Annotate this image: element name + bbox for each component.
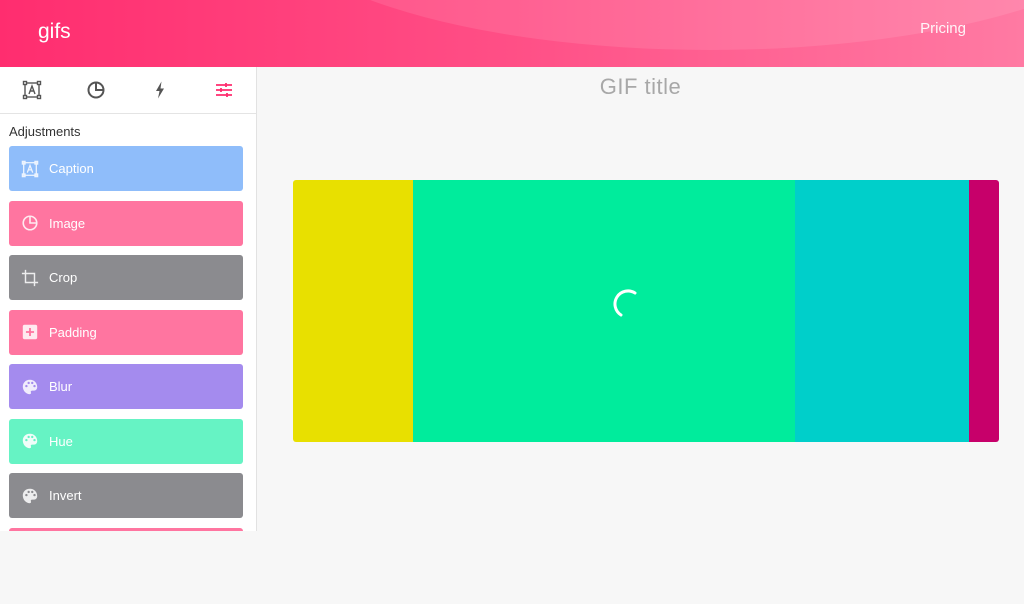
caption-icon	[22, 80, 42, 100]
sidebar-tabs	[0, 67, 256, 114]
tool-label: Blur	[49, 379, 73, 394]
tab-image[interactable]	[64, 67, 128, 113]
tool-next-button[interactable]	[9, 527, 243, 531]
tool-crop-button[interactable]: Crop	[9, 255, 243, 300]
sidebar: Adjustments Caption Image Crop Padding B…	[0, 67, 257, 531]
caption-icon	[21, 160, 39, 178]
tool-invert-button[interactable]: Invert	[9, 473, 243, 518]
preview-frame-magenta	[969, 180, 999, 442]
loading-spinner-icon	[613, 289, 637, 317]
crop-icon	[21, 269, 39, 287]
sliders-icon	[216, 83, 232, 97]
tab-effects[interactable]	[128, 67, 192, 113]
image-icon	[87, 81, 105, 99]
palette-icon	[21, 487, 39, 505]
tool-list: Caption Image Crop Padding Blur Hue Inve…	[0, 146, 256, 531]
gif-title[interactable]: GIF title	[257, 74, 1024, 100]
section-title: Adjustments	[9, 124, 81, 139]
tool-label: Invert	[49, 488, 82, 503]
preview-frame-yellow	[293, 180, 413, 442]
tool-hue-button[interactable]: Hue	[9, 418, 243, 464]
tool-label: Padding	[49, 324, 97, 340]
gif-preview	[293, 180, 999, 442]
app-logo[interactable]: gifs	[38, 20, 71, 44]
pricing-link[interactable]: Pricing	[920, 20, 966, 37]
palette-icon	[21, 378, 39, 396]
image-icon	[21, 214, 39, 232]
preview-frame-cyan	[795, 180, 969, 442]
tool-label: Image	[49, 215, 86, 231]
tool-padding-button[interactable]: Padding	[9, 309, 243, 355]
tab-adjustments[interactable]	[192, 67, 256, 113]
app-header: gifs Pricing	[0, 0, 1024, 67]
tab-caption[interactable]	[0, 67, 64, 113]
palette-icon	[21, 432, 39, 450]
tool-label: Crop	[49, 270, 78, 285]
tool-label: Hue	[49, 433, 73, 449]
preview-frame-green	[413, 180, 795, 442]
tool-caption-button[interactable]: Caption	[9, 146, 243, 191]
lightning-icon	[156, 81, 164, 99]
tool-image-button[interactable]: Image	[9, 200, 243, 246]
tool-blur-button[interactable]: Blur	[9, 364, 243, 409]
tool-label: Caption	[49, 161, 94, 176]
padding-icon	[21, 323, 39, 341]
